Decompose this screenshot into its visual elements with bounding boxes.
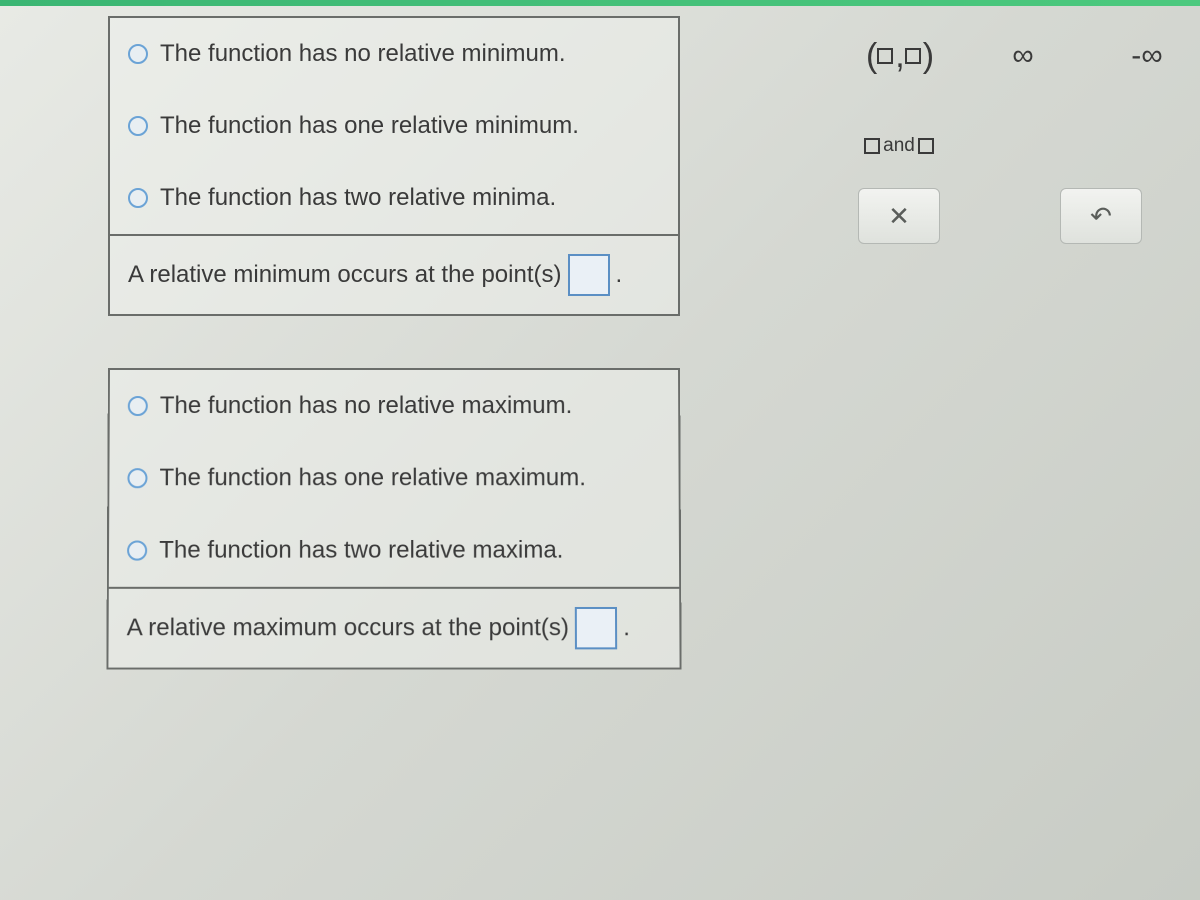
neg-infinity-icon: -∞ <box>1131 39 1162 73</box>
option-row: The function has one relative maximum. <box>109 442 679 514</box>
answer-input-maximum[interactable] <box>575 607 617 649</box>
content-wrapper: The function has no relative minimum. Th… <box>0 6 1200 900</box>
radio-no-max[interactable] <box>128 396 148 416</box>
fill-prefix: A relative minimum occurs at the point(s… <box>128 261 562 289</box>
palette-infinity-button[interactable]: ∞ <box>974 20 1072 92</box>
placeholder-box-icon <box>905 48 921 64</box>
option-row: The function has two relative maxima. <box>109 514 679 586</box>
fill-row-minimum: A relative minimum occurs at the point(s… <box>110 234 678 314</box>
fill-row-maximum: A relative maximum occurs at the point(s… <box>108 587 679 668</box>
right-column: (,) ∞ -∞ and ✕ ↶ <box>680 6 1196 900</box>
placeholder-box-icon <box>877 48 893 64</box>
palette-and-button[interactable]: and <box>850 110 948 182</box>
fill-suffix: . <box>616 261 623 289</box>
option-row: The function has two relative minima. <box>110 162 678 234</box>
undo-button[interactable]: ↶ <box>1060 188 1142 244</box>
option-row: The function has no relative minimum. <box>110 18 678 90</box>
and-label: and <box>883 135 915 157</box>
close-icon: ✕ <box>888 201 910 232</box>
radio-two-max[interactable] <box>127 540 147 560</box>
option-label: The function has two relative minima. <box>160 184 556 212</box>
option-label: The function has one relative maximum. <box>159 464 586 492</box>
radio-one-max[interactable] <box>127 468 147 488</box>
radio-two-min[interactable] <box>128 188 148 208</box>
symbol-palette: (,) ∞ -∞ and <box>850 20 1196 182</box>
infinity-icon: ∞ <box>1012 39 1033 73</box>
fill-suffix: . <box>623 614 630 642</box>
answer-input-minimum[interactable] <box>568 254 610 296</box>
undo-icon: ↶ <box>1090 201 1112 232</box>
question-group-minimum: The function has no relative minimum. Th… <box>108 16 680 316</box>
option-row: The function has no relative maximum. <box>110 370 679 442</box>
placeholder-box-icon <box>864 138 880 154</box>
option-label: The function has no relative minimum. <box>160 40 566 68</box>
clear-button[interactable]: ✕ <box>858 188 940 244</box>
placeholder-box-icon <box>918 138 934 154</box>
option-row: The function has one relative minimum. <box>110 90 678 162</box>
palette-neg-infinity-button[interactable]: -∞ <box>1098 20 1196 92</box>
option-label: The function has no relative maximum. <box>160 392 573 420</box>
option-label: The function has two relative maxima. <box>159 536 563 564</box>
fill-prefix: A relative maximum occurs at the point(s… <box>127 614 569 642</box>
action-row: ✕ ↶ <box>850 188 1196 244</box>
question-group-maximum: The function has no relative maximum. Th… <box>106 368 681 670</box>
left-column: The function has no relative minimum. Th… <box>0 6 680 900</box>
radio-no-min[interactable] <box>128 44 148 64</box>
palette-ordered-pair-button[interactable]: (,) <box>850 20 948 92</box>
option-label: The function has one relative minimum. <box>160 112 579 140</box>
radio-one-min[interactable] <box>128 116 148 136</box>
